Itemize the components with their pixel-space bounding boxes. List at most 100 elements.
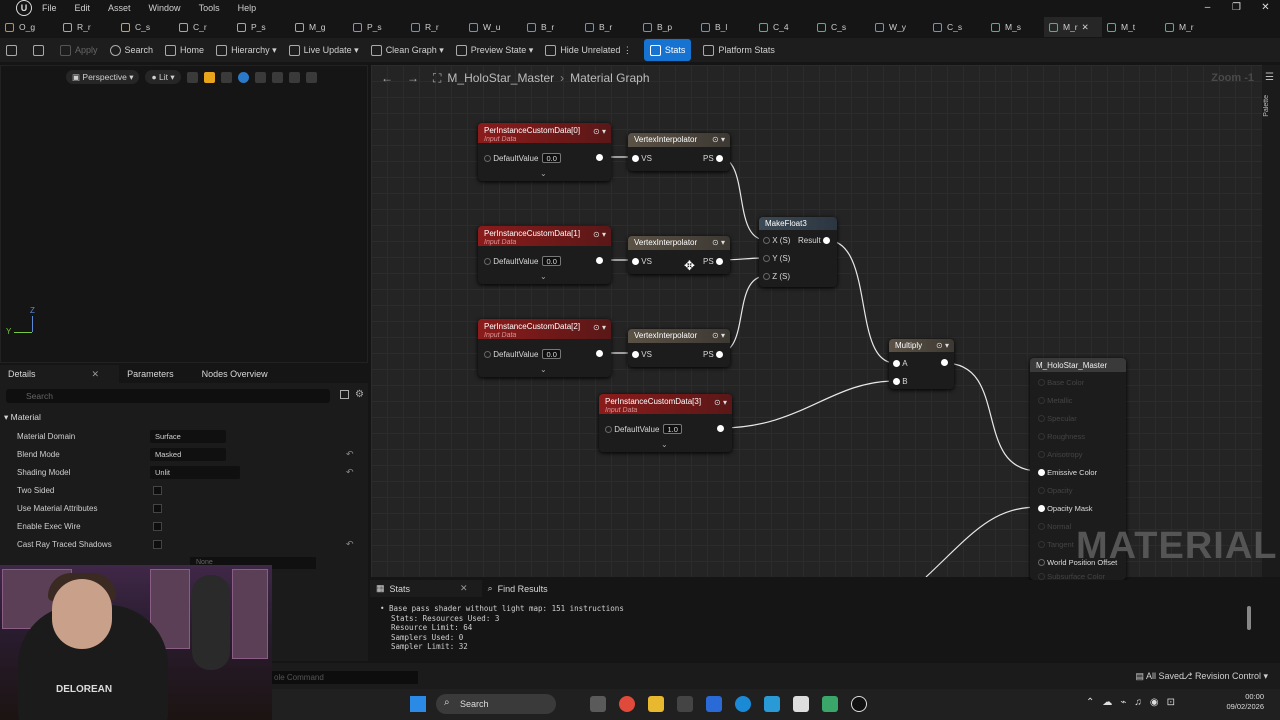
- node-output-pin[interactable]: PS: [703, 350, 723, 359]
- node-per-instance-custom-data-3[interactable]: PerInstanceCustomData[3] Input Data ⊙ ▾ De…: [599, 394, 732, 452]
- node-output-pin[interactable]: [596, 257, 603, 264]
- details-search-input[interactable]: Search: [6, 389, 330, 403]
- browse-button[interactable]: [27, 39, 54, 61]
- asset-tab[interactable]: M_t: [1102, 17, 1160, 37]
- node-collapse-icon[interactable]: ⊙ ▾: [936, 341, 949, 350]
- asset-tab[interactable]: M_r: [1160, 17, 1218, 37]
- node-collapse-icon[interactable]: ⊙ ▾: [593, 230, 606, 239]
- node-collapse-icon[interactable]: ⊙ ▾: [593, 323, 606, 332]
- close-icon[interactable]: ✕: [1251, 0, 1280, 16]
- output-pin-specular[interactable]: Specular: [1038, 414, 1077, 423]
- platform-stats-button[interactable]: Platform Stats: [697, 39, 781, 61]
- hierarchy-button[interactable]: Hierarchy ▾: [210, 39, 283, 61]
- node-output-pin[interactable]: [596, 154, 603, 161]
- output-pin-normal[interactable]: Normal: [1038, 522, 1071, 531]
- stats-button[interactable]: Stats: [643, 39, 692, 61]
- asset-tab[interactable]: M_g: [290, 17, 348, 37]
- node-output-pin[interactable]: PS: [703, 257, 723, 266]
- node-collapse-icon[interactable]: ⊙ ▾: [712, 135, 725, 144]
- node-per-instance-custom-data-0[interactable]: PerInstanceCustomData[0] Input Data ⊙ ▾ De…: [478, 123, 611, 181]
- node-collapse-icon[interactable]: ⊙ ▾: [593, 127, 606, 136]
- asset-tab[interactable]: M_r ✕: [1044, 17, 1102, 37]
- node-collapse-icon[interactable]: ⊙ ▾: [714, 398, 727, 407]
- app-icon[interactable]: [677, 696, 693, 712]
- output-pin-metallic[interactable]: Metallic: [1038, 396, 1073, 405]
- node-input-pin[interactable]: DefaultValue 1.0: [605, 424, 682, 434]
- clock[interactable]: 00:00 09/02/2026: [1226, 692, 1264, 712]
- use-material-attributes-checkbox[interactable]: [153, 503, 162, 513]
- node-expand-icon[interactable]: ⌄: [661, 440, 668, 449]
- node-collapse-icon[interactable]: ⊙ ▾: [712, 238, 725, 247]
- material-domain-dropdown[interactable]: Surface: [150, 429, 226, 443]
- home-button[interactable]: Home: [159, 39, 210, 61]
- preview-state-button[interactable]: Preview State ▾: [450, 39, 540, 61]
- teapot-preview-icon[interactable]: [305, 71, 317, 83]
- output-pin-opacity[interactable]: Opacity: [1038, 486, 1073, 495]
- node-expand-icon[interactable]: ⌄: [540, 169, 547, 178]
- node-input-pin[interactable]: VS: [632, 257, 652, 266]
- minimize-icon[interactable]: –: [1193, 0, 1222, 16]
- asset-tab[interactable]: P_s: [232, 17, 290, 37]
- output-pin-tangent[interactable]: Tangent: [1038, 540, 1074, 549]
- enable-exec-wire-checkbox[interactable]: [153, 521, 162, 531]
- asset-tab[interactable]: B_l: [696, 17, 754, 37]
- all-saved-button[interactable]: ▤ All Saved: [1135, 671, 1184, 682]
- settings-gear-icon[interactable]: ⚙: [355, 389, 364, 400]
- stats-scrollbar[interactable]: [1247, 606, 1251, 630]
- asset-tab[interactable]: B_r: [580, 17, 638, 37]
- preview-mesh-icon[interactable]: [220, 71, 232, 83]
- node-vertex-interpolator-2[interactable]: VertexInterpolator ⊙ ▾ VS PS: [628, 329, 730, 367]
- node-expand-icon[interactable]: ⌄: [540, 272, 547, 281]
- tab-details[interactable]: Details ✕: [0, 365, 120, 383]
- output-pin-opacity-mask[interactable]: Opacity Mask: [1038, 504, 1093, 513]
- calculator-icon[interactable]: [706, 696, 722, 712]
- menu-tools[interactable]: Tools: [199, 3, 220, 13]
- node-input-pin[interactable]: B: [893, 377, 908, 386]
- unreal-logo-icon[interactable]: U: [16, 0, 32, 16]
- node-input-pin[interactable]: DefaultValue 0.0: [484, 256, 561, 266]
- node-input-pin[interactable]: DefaultValue 0.0: [484, 349, 561, 359]
- asset-tab[interactable]: W_y: [870, 17, 928, 37]
- notepad-icon[interactable]: [793, 696, 809, 712]
- taskbar-search[interactable]: Search: [436, 694, 556, 714]
- output-pin-base-color[interactable]: Base Color: [1038, 378, 1084, 387]
- task-view-icon[interactable]: [590, 696, 606, 712]
- palette-label[interactable]: Palette: [1263, 95, 1279, 117]
- node-output-pin[interactable]: [717, 425, 724, 432]
- node-make-float3[interactable]: MakeFloat3 X (S) Y (S) Z (S) Result: [759, 217, 837, 287]
- node-output-pin[interactable]: Result: [798, 236, 830, 245]
- asset-tab[interactable]: C_r: [174, 17, 232, 37]
- node-per-instance-custom-data-1[interactable]: PerInstanceCustomData[1] Input Data ⊙ ▾ De…: [478, 226, 611, 284]
- node-collapse-icon[interactable]: ⊙ ▾: [712, 331, 725, 340]
- output-pin-roughness[interactable]: Roughness: [1038, 432, 1085, 441]
- asset-tab[interactable]: R_r: [58, 17, 116, 37]
- visual-studio-icon[interactable]: [764, 696, 780, 712]
- node-per-instance-custom-data-2[interactable]: PerInstanceCustomData[2] Input Data ⊙ ▾ De…: [478, 319, 611, 377]
- shading-model-dropdown[interactable]: Unlit: [150, 465, 240, 479]
- plane-preview-icon[interactable]: [254, 71, 266, 83]
- node-multiply[interactable]: Multiply ⊙ ▾ A B: [889, 339, 954, 389]
- asset-tab[interactable]: B_r: [522, 17, 580, 37]
- perspective-dropdown[interactable]: ▣ Perspective ▾: [66, 70, 140, 84]
- menu-asset[interactable]: Asset: [108, 3, 131, 13]
- node-input-pin[interactable]: VS: [632, 350, 652, 359]
- asset-tab[interactable]: O_g: [0, 17, 58, 37]
- chrome-icon[interactable]: [619, 696, 635, 712]
- show-flags-icon[interactable]: [186, 71, 198, 83]
- menu-help[interactable]: Help: [238, 3, 257, 13]
- close-stats-icon[interactable]: ✕: [460, 583, 468, 594]
- node-input-pin[interactable]: A: [893, 359, 908, 368]
- table-view-icon[interactable]: [340, 390, 349, 399]
- menu-file[interactable]: File: [42, 3, 57, 13]
- node-vertex-interpolator-1[interactable]: VertexInterpolator ⊙ ▾ VS PS: [628, 236, 730, 274]
- default-value-field[interactable]: 0.0: [542, 256, 561, 266]
- tab-nodes-overview[interactable]: Nodes Overview: [194, 365, 288, 383]
- material-section-header[interactable]: ▾ Material: [4, 412, 356, 424]
- node-vertex-interpolator-0[interactable]: VertexInterpolator ⊙ ▾ VS PS: [628, 133, 730, 171]
- node-input-pin[interactable]: X (S): [763, 236, 790, 245]
- tab-stats[interactable]: ▦ Stats ✕: [370, 580, 482, 597]
- cast-ray-traced-shadows-checkbox[interactable]: [153, 539, 162, 549]
- console-command-input[interactable]: ole Command: [270, 671, 418, 684]
- menu-window[interactable]: Window: [149, 3, 181, 13]
- two-sided-checkbox[interactable]: [153, 485, 162, 495]
